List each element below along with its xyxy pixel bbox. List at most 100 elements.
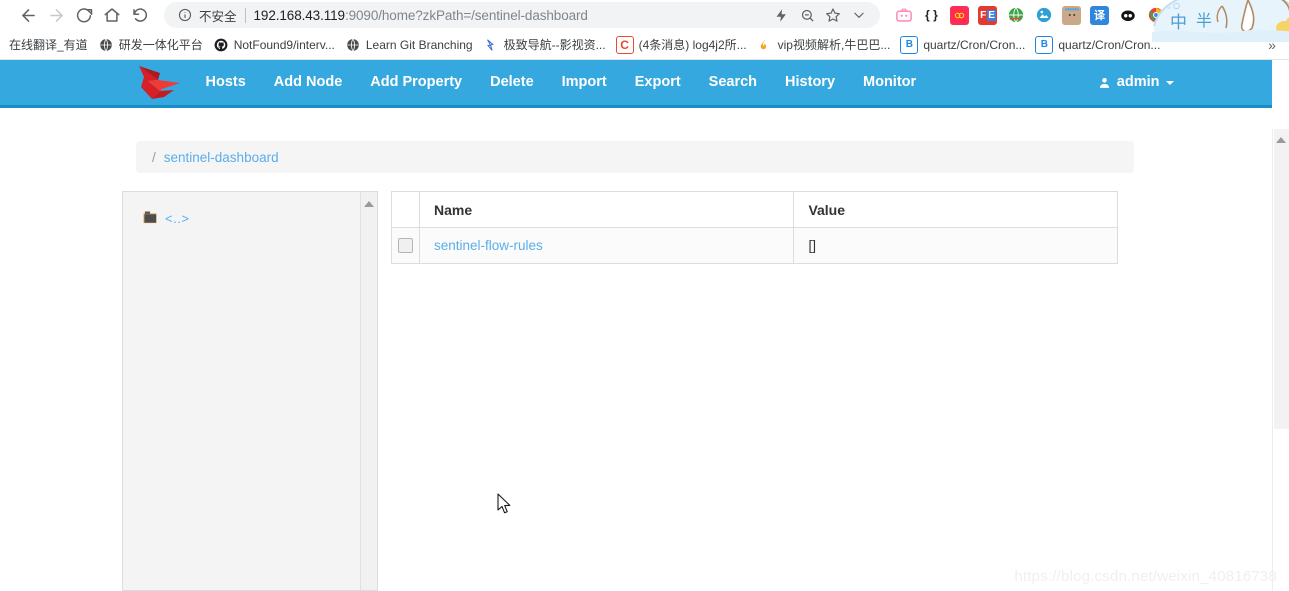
book-favicon-icon: B <box>900 35 919 54</box>
bookmark-label: vip视频解析,牛巴巴... <box>777 38 891 52</box>
globe-favicon-icon <box>98 37 114 53</box>
address-bar[interactable]: 不安全 192.168.43.119:9090/home?zkPath=/sen… <box>164 2 880 28</box>
globe-favicon-icon <box>345 37 361 53</box>
row-checkbox[interactable] <box>397 238 413 254</box>
photo-extension-icon[interactable] <box>1034 5 1053 25</box>
robot-extension-icon[interactable] <box>1062 5 1081 25</box>
browser-toolbar: 不安全 192.168.43.119:9090/home?zkPath=/sen… <box>0 0 1289 30</box>
folder-icon <box>143 211 158 225</box>
fe-helper-extension-icon[interactable]: FE <box>978 5 997 25</box>
info-circle-icon[interactable] <box>176 6 194 24</box>
nav-item-hosts[interactable]: Hosts <box>192 60 260 105</box>
breadcrumb: / sentinel-dashboard <box>136 141 1134 173</box>
nav-item-monitor[interactable]: Monitor <box>849 60 930 105</box>
nav-item-history[interactable]: History <box>771 60 849 105</box>
history-undo-button[interactable] <box>126 1 154 29</box>
tree-item-parent[interactable]: <..> <box>143 209 377 227</box>
breadcrumb-link-sentinel-dashboard[interactable]: sentinel-dashboard <box>164 150 279 165</box>
url-host: 192.168.43.119 <box>253 7 346 23</box>
bookmarks-overflow-button[interactable]: » <box>1261 34 1283 56</box>
page-scrollbar-track[interactable] <box>1272 129 1289 591</box>
globe-extension-icon[interactable] <box>1006 5 1025 25</box>
chrome-extension-icon[interactable] <box>1146 5 1165 25</box>
table-header-select <box>391 191 420 228</box>
table-row: sentinel-flow-rules [] <box>391 227 1118 264</box>
back-button[interactable] <box>14 1 42 29</box>
flame-favicon-icon <box>757 37 773 53</box>
infinity-extension-icon[interactable] <box>950 5 969 25</box>
user-menu-label: admin <box>1116 74 1160 90</box>
page-scrollbar[interactable] <box>1272 60 1289 591</box>
table-header-name: Name <box>418 191 795 228</box>
bookmark-star-icon[interactable] <box>820 3 846 27</box>
bookmark-label: 极致导航--影视资... <box>503 38 606 52</box>
bookmark-item[interactable]: B quartz/Cron/Cron... <box>1030 33 1165 57</box>
znode-link-sentinel-flow-rules[interactable]: sentinel-flow-rules <box>434 238 543 253</box>
bookmark-label: NotFound9/interv... <box>233 37 335 52</box>
chevron-down-icon[interactable] <box>846 3 872 27</box>
nav-item-export[interactable]: Export <box>621 60 695 105</box>
red-bird-logo-icon <box>138 65 180 99</box>
bookmark-label: 在线翻译_有道 <box>9 38 88 52</box>
page-scrollbar-thumb[interactable] <box>1274 129 1289 429</box>
zoom-out-icon[interactable] <box>794 3 820 27</box>
app-logo[interactable] <box>130 60 188 105</box>
bookmark-item[interactable]: C (4条消息) log4j2所... <box>611 33 752 57</box>
kebab-menu-icon[interactable] <box>1171 3 1193 27</box>
bookmark-item[interactable]: NotFound9/interv... <box>208 33 340 57</box>
table-header-row: Name Value <box>391 191 1118 228</box>
browser-chrome: 不安全 192.168.43.119:9090/home?zkPath=/sen… <box>0 0 1289 60</box>
znode-table: Name Value sentinel-flow-rules [] <box>391 191 1118 264</box>
url-path: :9090/home?zkPath=/sentinel-dashboard <box>344 7 588 23</box>
app-nav-links: Hosts Add Node Add Property Delete Impor… <box>192 60 931 105</box>
bookmark-item[interactable]: vip视频解析,牛巴巴... <box>752 33 896 57</box>
bookmark-item[interactable]: Learn Git Branching <box>340 33 478 57</box>
bookmark-label: Learn Git Branching <box>365 37 473 52</box>
user-icon <box>1098 76 1111 90</box>
bookmark-item[interactable]: 在线翻译_有道 <box>4 33 93 57</box>
tree-panel-scrollbar[interactable] <box>360 192 377 590</box>
tv-extension-icon[interactable] <box>894 5 913 25</box>
nav-item-delete[interactable]: Delete <box>476 60 548 105</box>
home-button[interactable] <box>98 1 126 29</box>
csdn-favicon-icon: C <box>615 35 634 54</box>
watermark: https://blog.csdn.net/weixin_40816738 <box>1014 568 1277 585</box>
znode-value: [] <box>808 238 816 253</box>
scroll-up-arrow-icon[interactable] <box>364 201 374 207</box>
scroll-up-arrow-icon[interactable] <box>1276 137 1286 143</box>
row-name-cell: sentinel-flow-rules <box>418 227 795 264</box>
bookmark-label: quartz/Cron/Cron... <box>923 37 1026 52</box>
book-favicon-icon: B <box>1035 35 1054 54</box>
navigation-favicon-icon <box>483 37 499 53</box>
lightning-icon[interactable] <box>768 3 794 27</box>
znode-table-container: Name Value sentinel-flow-rules [] <box>391 191 1118 264</box>
app-navbar: Hosts Add Node Add Property Delete Impor… <box>0 60 1289 108</box>
url-text: 192.168.43.119:9090/home?zkPath=/sentine… <box>254 8 768 23</box>
user-menu-button[interactable]: admin <box>1084 60 1188 105</box>
github-favicon-icon <box>213 37 229 53</box>
panda-extension-icon[interactable] <box>1118 5 1137 25</box>
translate-extension-icon[interactable]: 译 <box>1090 5 1109 25</box>
bookmark-label: quartz/Cron/Cron... <box>1058 37 1161 52</box>
nav-item-add-node[interactable]: Add Node <box>260 60 356 105</box>
reload-button[interactable] <box>70 1 98 29</box>
bookmark-label: 研发一体化平台 <box>118 38 203 52</box>
bookmark-item[interactable]: B quartz/Cron/Cron... <box>895 33 1030 57</box>
nav-item-add-property[interactable]: Add Property <box>356 60 476 105</box>
extensions-strip: { } FE 译 <box>894 5 1165 25</box>
znode-tree-panel: <..> <box>122 191 378 591</box>
security-label: 不安全 <box>199 9 237 24</box>
app-nav-right: admin <box>1084 60 1188 105</box>
omnibox-actions <box>768 3 872 27</box>
nav-item-import[interactable]: Import <box>548 60 621 105</box>
nav-item-search[interactable]: Search <box>695 60 771 105</box>
forward-button[interactable] <box>42 1 70 29</box>
json-formatter-extension-icon[interactable]: { } <box>922 5 941 25</box>
bookmark-item[interactable]: 研发一体化平台 <box>93 33 208 57</box>
omnibox-divider <box>244 7 246 23</box>
bookmark-item[interactable]: 极致导航--影视资... <box>478 33 611 57</box>
chevron-down-icon <box>1165 80 1174 85</box>
row-value-cell: [] <box>793 227 1118 264</box>
tree-item-label: <..> <box>165 210 190 226</box>
breadcrumb-separator: / <box>152 149 156 165</box>
